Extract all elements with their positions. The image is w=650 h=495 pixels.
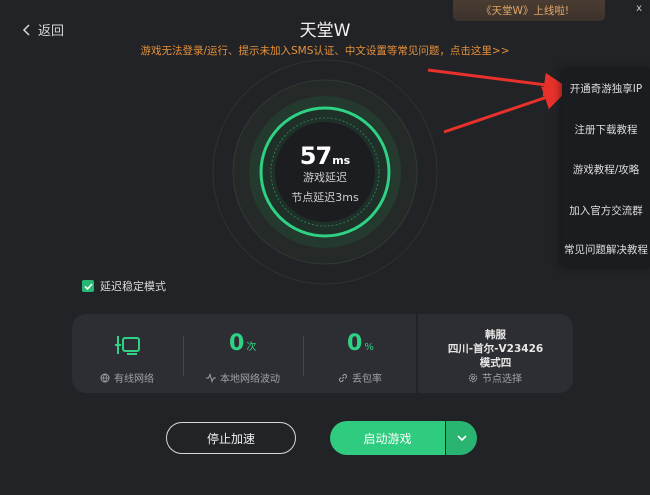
network-type: 有线网络	[100, 370, 154, 385]
region-node: 四川-首尔-V23426	[447, 343, 544, 355]
side-item-game-guide[interactable]: 游戏教程/攻略	[562, 162, 650, 177]
stable-mode-toggle[interactable]: 延迟稳定模式	[82, 278, 166, 294]
packet-loss-value: 0%	[347, 331, 374, 356]
packet-loss-unit: %	[364, 342, 374, 353]
packet-loss-label-row: 丢包率	[338, 370, 382, 385]
fluctuation-number: 0	[229, 331, 245, 356]
divider	[183, 336, 184, 376]
side-menu: 开通奇游独享IP 注册下载教程 游戏教程/攻略 加入官方交流群 常见问题解决教程	[562, 68, 650, 268]
node-select-button[interactable]: 节点选择	[468, 370, 522, 385]
fluctuation-label-row: 本地网络波动	[206, 370, 280, 385]
stable-mode-label: 延迟稳定模式	[100, 280, 166, 293]
link-icon	[339, 373, 347, 382]
globe-icon	[100, 373, 110, 383]
packet-loss-label: 丢包率	[352, 374, 382, 385]
side-item-exclusive-ip[interactable]: 开通奇游独享IP	[562, 81, 650, 96]
latency-number: 57	[299, 142, 332, 170]
side-item-join-group[interactable]: 加入官方交流群	[562, 203, 650, 218]
start-game-button[interactable]: 启动游戏	[330, 421, 445, 455]
fluctuation-value: 0次	[229, 331, 256, 356]
node-select-label: 节点选择	[482, 374, 522, 385]
gear-icon	[468, 373, 478, 382]
latency-value: 57ms	[285, 142, 365, 170]
side-item-faq[interactable]: 常见问题解决教程	[562, 242, 650, 257]
fluctuation-unit: 次	[246, 342, 257, 353]
annotation-arrows	[427, 68, 568, 134]
network-label: 有线网络	[114, 374, 154, 385]
launch-toast: 《天堂W》上线啦!	[453, 0, 605, 21]
region-mode: 模式四	[479, 357, 512, 369]
pulse-icon	[206, 372, 216, 383]
check-icon	[83, 282, 93, 290]
divider	[303, 336, 304, 376]
toast-close-button[interactable]: x	[636, 3, 642, 14]
side-item-register-download[interactable]: 注册下载教程	[562, 122, 650, 137]
latency-unit: ms	[332, 154, 351, 167]
fluctuation-label: 本地网络波动	[220, 374, 280, 385]
latency-label: 游戏延迟	[303, 171, 347, 184]
node-latency: 节点延迟3ms	[291, 191, 359, 204]
wired-network-icon	[115, 336, 140, 355]
chevron-down-icon	[456, 435, 467, 441]
region-server: 韩服	[485, 329, 506, 341]
checkbox[interactable]	[82, 280, 94, 292]
help-notice-link[interactable]: 游戏无法登录/运行、提示未加入SMS认证、中文设置等常见问题，点击这里>>	[0, 43, 650, 58]
packet-loss-number: 0	[347, 331, 363, 356]
stop-acceleration-button[interactable]: 停止加速	[166, 422, 296, 454]
start-options-dropdown[interactable]	[446, 421, 477, 455]
toast-text: 《天堂W》上线啦!	[481, 5, 570, 17]
